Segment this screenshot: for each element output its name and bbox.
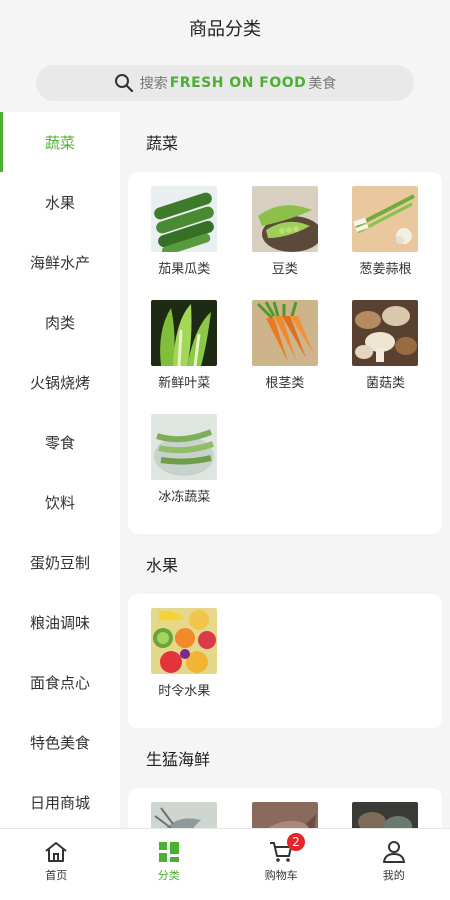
cart-count-badge: 2 [287, 833, 305, 851]
user-icon [382, 841, 405, 863]
search-icon [114, 74, 133, 93]
page-title: 商品分类 [189, 19, 261, 40]
category-sidebar: 蔬菜 水果 海鲜水产 肉类 火锅烧烤 零食 饮料 蛋奶豆制 粮油调味 面食点心 … [0, 112, 120, 828]
subcategory-label: 豆类 [271, 262, 298, 277]
search-placeholder-prefix: 搜索 [139, 76, 168, 92]
sidebar-item-label: 海鲜水产 [29, 253, 90, 272]
search-input[interactable]: 搜索 FRESH ON FOOD 美食 [36, 65, 414, 101]
subcategory-item[interactable]: 茄果瓜类 [134, 182, 235, 296]
fruit-assortment-image [151, 608, 218, 674]
subcategory-label: 茄果瓜类 [158, 262, 211, 277]
subcategory-label: 冰冻蔬菜 [158, 490, 211, 505]
tab-home[interactable]: 首页 [0, 829, 113, 900]
sidebar-item-label: 日用商城 [29, 793, 90, 812]
category-card: 茄果瓜类 豆类 葱姜蒜根 新鲜叶菜 根茎类 菌菇类 冰冻蔬菜 [128, 172, 442, 534]
sidebar-item-hotpot-bbq[interactable]: 火锅烧烤 [0, 352, 120, 412]
sidebar-item-daily-goods[interactable]: 日用商城 [0, 772, 120, 828]
sidebar-item-seafood[interactable]: 海鲜水产 [0, 232, 120, 292]
peas-image [251, 186, 318, 252]
subcategory-item[interactable]: 葱姜蒜根 [335, 182, 436, 296]
section-title: 生猛海鲜 [146, 750, 211, 769]
subcategory-item[interactable] [235, 798, 336, 828]
frozen-beans-image [151, 414, 218, 480]
tab-label: 首页 [45, 869, 68, 882]
sidebar-item-label: 火锅烧烤 [29, 373, 90, 392]
sidebar-item-label: 特色美食 [29, 733, 90, 752]
search-placeholder-suffix: 美食 [308, 76, 337, 92]
subcategory-item[interactable]: 冰冻蔬菜 [134, 410, 235, 524]
subcategory-label: 菌菇类 [365, 376, 405, 391]
sidebar-item-grain-oil-seasoning[interactable]: 粮油调味 [0, 592, 120, 652]
category-card: 时令水果 [128, 594, 442, 728]
subcategory-item[interactable]: 新鲜叶菜 [134, 296, 235, 410]
section-title: 蔬菜 [146, 134, 179, 153]
subcategory-item[interactable]: 菌菇类 [335, 296, 436, 410]
sidebar-item-label: 饮料 [44, 493, 75, 512]
home-icon [45, 842, 67, 862]
category-grid-icon [158, 842, 179, 862]
sidebar-item-label: 粮油调味 [29, 613, 90, 632]
scallions-garlic-image [352, 186, 419, 252]
subcategory-item[interactable]: 根茎类 [235, 296, 336, 410]
sidebar-item-vegetables[interactable]: 蔬菜 [0, 112, 120, 172]
section-title: 水果 [146, 556, 179, 575]
search-area: 搜索 FRESH ON FOOD 美食 [0, 56, 450, 112]
tab-label: 分类 [157, 869, 180, 882]
shrimp-image [151, 802, 218, 828]
subcategory-item[interactable]: 时令水果 [134, 604, 235, 718]
sidebar-item-noodles-dimsum[interactable]: 面食点心 [0, 652, 120, 712]
page-header: 商品分类 [0, 0, 450, 56]
sidebar-item-snacks[interactable]: 零食 [0, 412, 120, 472]
sidebar-item-label: 肉类 [44, 313, 75, 332]
tab-category[interactable]: 分类 [113, 829, 226, 900]
sidebar-item-label: 蔬菜 [44, 133, 75, 152]
tab-profile[interactable]: 我的 [338, 829, 450, 900]
subcategory-label: 葱姜蒜根 [359, 262, 412, 277]
subcategory-label: 根茎类 [265, 376, 305, 391]
tab-label: 购物车 [264, 869, 298, 882]
brand-logo-text: FRESH ON FOOD [169, 75, 307, 91]
cucumbers-image [151, 186, 218, 252]
subcategory-label: 新鲜叶菜 [158, 376, 211, 391]
bottom-tab-bar: 首页 分类 2 购物车 我的 [0, 828, 450, 900]
subcategory-item[interactable]: 豆类 [235, 182, 336, 296]
fish-image [251, 802, 318, 828]
tab-cart[interactable]: 2 购物车 [225, 829, 338, 900]
sidebar-item-eggs-dairy-tofu[interactable]: 蛋奶豆制 [0, 532, 120, 592]
category-card [128, 788, 442, 828]
sidebar-item-label: 面食点心 [29, 673, 90, 692]
seafood-platter-image [352, 802, 419, 828]
subcategory-item[interactable] [134, 798, 235, 828]
sidebar-item-specialty-food[interactable]: 特色美食 [0, 712, 120, 772]
tab-label: 我的 [382, 869, 405, 882]
sidebar-item-label: 蛋奶豆制 [29, 553, 90, 572]
category-content: 蔬菜 茄果瓜类 豆类 葱姜蒜根 新鲜叶菜 根茎类 菌菇类 冰冻蔬菜 水果 时令水… [120, 112, 450, 828]
carrots-image [251, 300, 318, 366]
subcategory-label: 时令水果 [158, 684, 211, 699]
sidebar-item-meat[interactable]: 肉类 [0, 292, 120, 352]
leafy-greens-image [151, 300, 218, 366]
mushrooms-image [352, 300, 419, 366]
sidebar-item-label: 零食 [44, 433, 75, 452]
sidebar-item-label: 水果 [44, 193, 75, 212]
sidebar-item-drinks[interactable]: 饮料 [0, 472, 120, 532]
sidebar-item-fruit[interactable]: 水果 [0, 172, 120, 232]
subcategory-item[interactable] [335, 798, 436, 828]
